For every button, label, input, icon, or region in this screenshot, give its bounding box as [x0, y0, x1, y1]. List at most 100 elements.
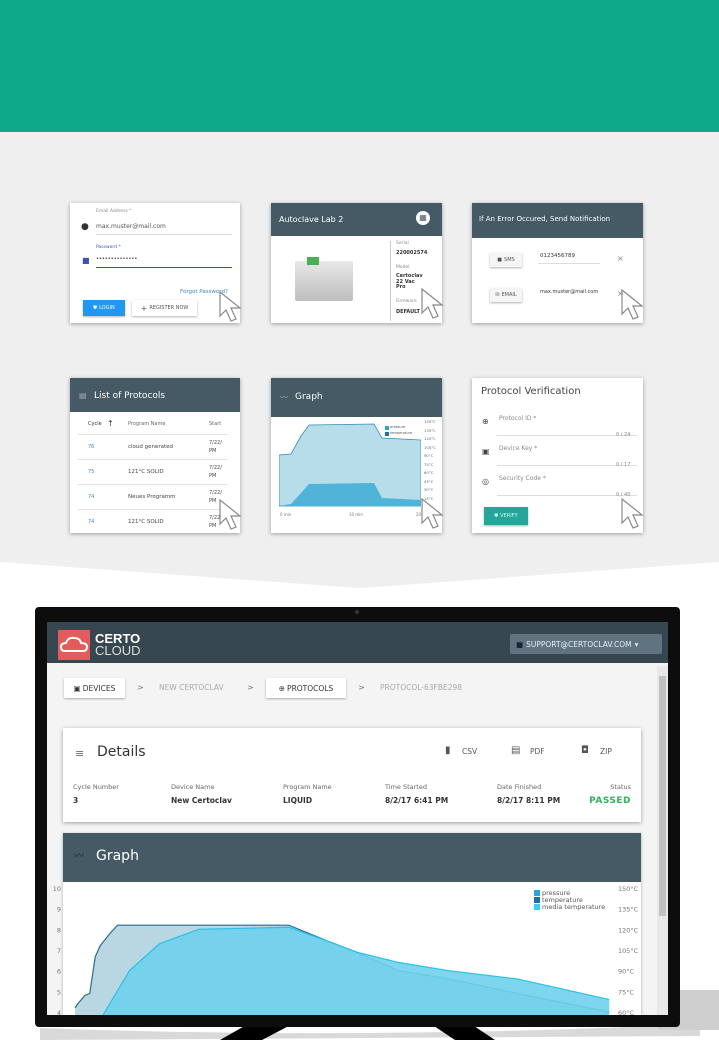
- cursor-icon: [421, 287, 444, 319]
- breadcrumb-protocols[interactable]: ⊕ PROTOCOLS: [266, 678, 346, 698]
- user-menu-button[interactable]: ■ SUPPORT@CERTOCLAV.COM ▾: [510, 634, 662, 654]
- legend-pressure: pressure: [390, 425, 406, 429]
- left-tick: 8: [57, 926, 61, 934]
- file-icon[interactable]: ▮: [445, 746, 451, 756]
- y-tick: 120°C: [424, 436, 436, 441]
- detail-value: 3: [73, 796, 79, 805]
- login-card: Email Address * ● max.muster@mail.com Pa…: [70, 203, 240, 323]
- password-label: Password *: [96, 245, 121, 250]
- scrollbar-track[interactable]: [657, 666, 668, 1015]
- y-tick: 135°C: [424, 427, 436, 433]
- cycle-cell[interactable]: 75: [88, 470, 94, 475]
- shield-icon: ⛊: [93, 305, 98, 311]
- fingerprint-icon: ◎: [482, 477, 489, 486]
- pdf-download[interactable]: PDF: [530, 748, 545, 756]
- x-tick: 10 min: [349, 512, 363, 517]
- cursor-icon: [219, 290, 242, 322]
- verify-button[interactable]: ⛊ VERIFY: [484, 507, 528, 525]
- verify-field-label: Protocol ID *: [499, 415, 537, 422]
- protocols-card: ▤ List of Protocols Cycle ↑ Program Name…: [70, 378, 240, 533]
- autoclave-image: [295, 257, 353, 301]
- column-program-name[interactable]: Program Name: [128, 422, 165, 427]
- table-row[interactable]: 75 121°C SOLID 7/22/ PM: [70, 459, 240, 484]
- check-shield-icon: ⛊: [494, 513, 499, 519]
- email-underline: [96, 234, 232, 235]
- legend-swatch-temperature: [385, 432, 389, 436]
- right-tick: 60°C: [618, 1009, 635, 1015]
- login-button[interactable]: ⛊ LOGIN: [83, 300, 125, 316]
- detail-label: Status: [610, 783, 631, 791]
- chat-icon: ■: [497, 257, 503, 263]
- device-card: Autoclave Lab 2 ▦ Serial 220002574 Model…: [271, 203, 442, 323]
- start-cell: 7/22/: [209, 440, 222, 446]
- legend-swatch: [534, 897, 540, 903]
- serial-label: Serial: [396, 241, 409, 246]
- detail-value: New Certoclav: [171, 796, 232, 805]
- detail-value: 8/2/17 6:41 PM: [385, 796, 449, 805]
- sms-button[interactable]: ■ SMS: [490, 253, 522, 267]
- y-tick: 75°C: [424, 461, 434, 467]
- camera: [355, 610, 359, 614]
- table-row[interactable]: 74 121°C SOLID 7/22/ PM: [70, 509, 240, 533]
- password-underline: [96, 267, 232, 268]
- cycle-cell[interactable]: 74: [88, 520, 94, 525]
- detail-value: 8/2/17 8:11 PM: [497, 796, 561, 805]
- cursor-icon: [621, 497, 644, 529]
- cycle-cell[interactable]: 76: [88, 445, 94, 450]
- email-button[interactable]: ✉ EMAIL: [490, 288, 522, 302]
- column-start[interactable]: Start: [209, 422, 221, 427]
- zip-download[interactable]: ZIP: [600, 748, 612, 756]
- model-label: Model: [396, 265, 410, 270]
- device-card-header: Autoclave Lab 2 ▦: [271, 203, 442, 236]
- left-tick: 9: [57, 906, 61, 914]
- series-area-media-temperature: [103, 927, 610, 1015]
- csv-download[interactable]: CSV: [462, 748, 477, 756]
- right-tick: 135°C: [618, 906, 639, 914]
- serial-value: 220002574: [396, 250, 428, 256]
- logo-cloud-icon: [58, 630, 90, 660]
- detail-label: Time Started: [385, 783, 427, 791]
- table-row[interactable]: 74 Neues Programm 7/22/ PM: [70, 484, 240, 509]
- remove-sms-icon[interactable]: ×: [617, 255, 624, 263]
- legend-swatch: [534, 890, 540, 896]
- sms-field[interactable]: 0123456789: [540, 253, 575, 260]
- breadcrumb-devices[interactable]: ▣ DEVICES: [64, 678, 125, 698]
- left-tick: 5: [57, 988, 61, 996]
- email-label: EMAIL: [501, 292, 517, 298]
- start-cell-ampm: PM: [209, 523, 217, 529]
- plus-icon: +: [140, 303, 148, 313]
- cursor-icon: [219, 498, 242, 530]
- zip-icon[interactable]: ◘: [581, 746, 589, 756]
- y-tick: 30°C: [424, 487, 434, 492]
- grid-menu-icon[interactable]: ▦: [416, 211, 430, 225]
- graph-card-title: Graph: [295, 392, 323, 402]
- start-cell-ampm: PM: [209, 448, 217, 454]
- cursor-icon: [421, 497, 444, 529]
- key-icon: ▣: [482, 447, 490, 456]
- pdf-icon[interactable]: ▤: [511, 746, 520, 756]
- table-row[interactable]: 76 cloud generated 7/22/ PM: [70, 434, 240, 459]
- scrollbar-thumb[interactable]: [659, 676, 666, 916]
- notification-header: If An Error Occured, Send Notification: [472, 203, 643, 238]
- email-field[interactable]: max.muster@mail.com: [96, 224, 166, 230]
- menu-lines-icon: ≡: [75, 747, 85, 760]
- cursor-icon: [621, 288, 644, 320]
- breadcrumb-device[interactable]: NEW CERTOCLAV: [159, 684, 224, 692]
- verification-card: Protocol Verification ⛊ VERIFY ⊕ Protocol…: [472, 378, 643, 533]
- graph-card: 〰 Graph pressure temperature 0 min 10 mi…: [271, 378, 442, 533]
- column-cycle[interactable]: Cycle: [88, 422, 102, 427]
- register-button[interactable]: + REGISTER NOW: [132, 300, 197, 316]
- logo-line2: CLOUD: [95, 643, 141, 658]
- cycle-cell[interactable]: 74: [88, 495, 94, 500]
- lock-icon: ■: [82, 256, 90, 265]
- y-tick: 45°C: [424, 478, 434, 484]
- autoclave-display: [307, 257, 319, 265]
- email-notification-field[interactable]: max.muster@mail.com: [540, 290, 598, 295]
- breadcrumb-separator: >: [358, 683, 365, 692]
- graph-header: 〰 Graph: [63, 833, 641, 882]
- right-tick: 120°C: [618, 926, 639, 934]
- right-tick: 150°C: [618, 885, 639, 893]
- sort-arrow-icon[interactable]: ↑: [107, 420, 114, 428]
- password-field[interactable]: ••••••••••••••: [96, 257, 137, 262]
- list-icon: ▤: [79, 391, 87, 400]
